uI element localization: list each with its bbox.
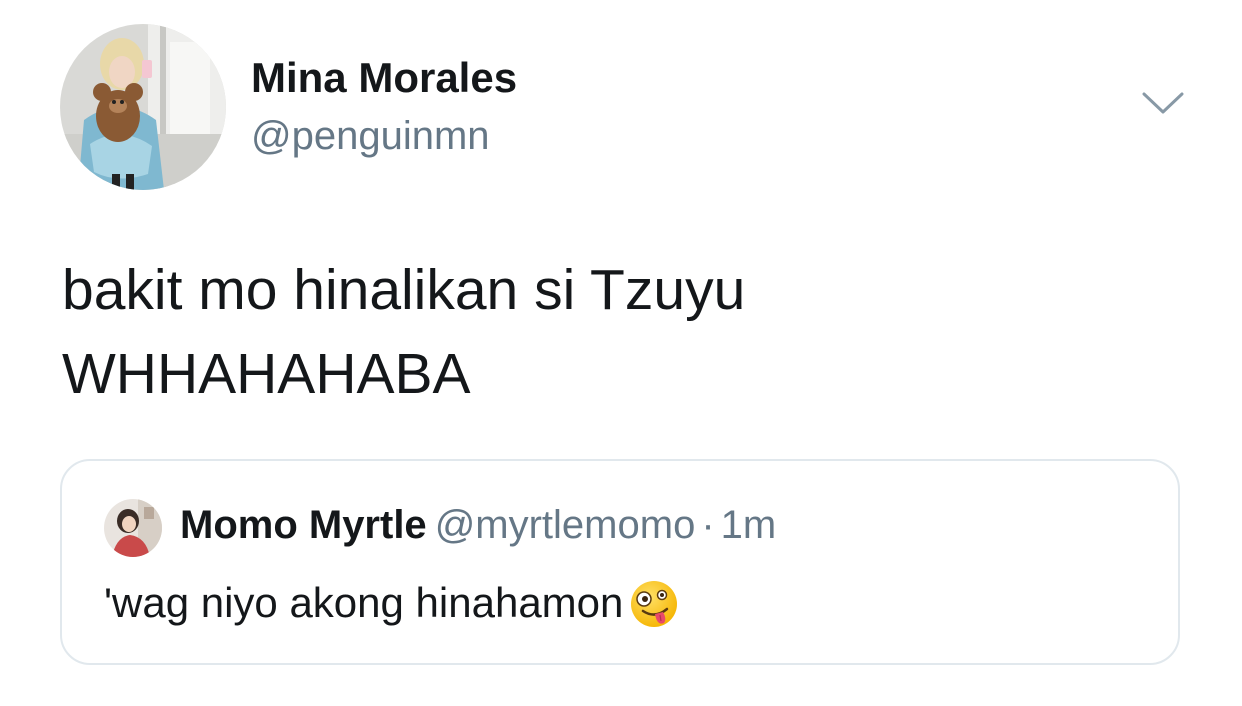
tweet-text-line: WHHAHAHABA xyxy=(62,342,471,406)
quoted-author-display-name: Momo Myrtle xyxy=(180,503,427,547)
quoted-author-handle: @myrtlemomo xyxy=(434,503,696,547)
separator-dot: · xyxy=(701,503,715,547)
author-handle[interactable]: @penguinmn xyxy=(251,114,490,159)
tweet-text: bakit mo hinalikan si Tzuyu WHHAHAHABA xyxy=(62,248,1162,416)
quoted-tweet-text: 'wag niyo akong hinahamon xyxy=(104,579,679,639)
tweet-text-line: bakit mo hinalikan si Tzuyu xyxy=(62,258,746,322)
quoted-tweet-text-content: 'wag niyo akong hinahamon xyxy=(104,579,624,626)
chevron-down-icon[interactable] xyxy=(1140,88,1186,118)
quoted-author-avatar xyxy=(104,499,162,557)
author-display-name[interactable]: Mina Morales xyxy=(251,54,517,102)
quoted-tweet-timestamp: 1m xyxy=(720,503,777,547)
author-avatar[interactable] xyxy=(60,24,226,190)
quoted-tweet-card[interactable]: Momo Myrtle @myrtlemomo · 1m 'wag niyo akon… xyxy=(60,459,1180,665)
zany-face-icon xyxy=(629,579,679,639)
quoted-tweet-header: Momo Myrtle @myrtlemomo · 1m xyxy=(180,503,776,548)
